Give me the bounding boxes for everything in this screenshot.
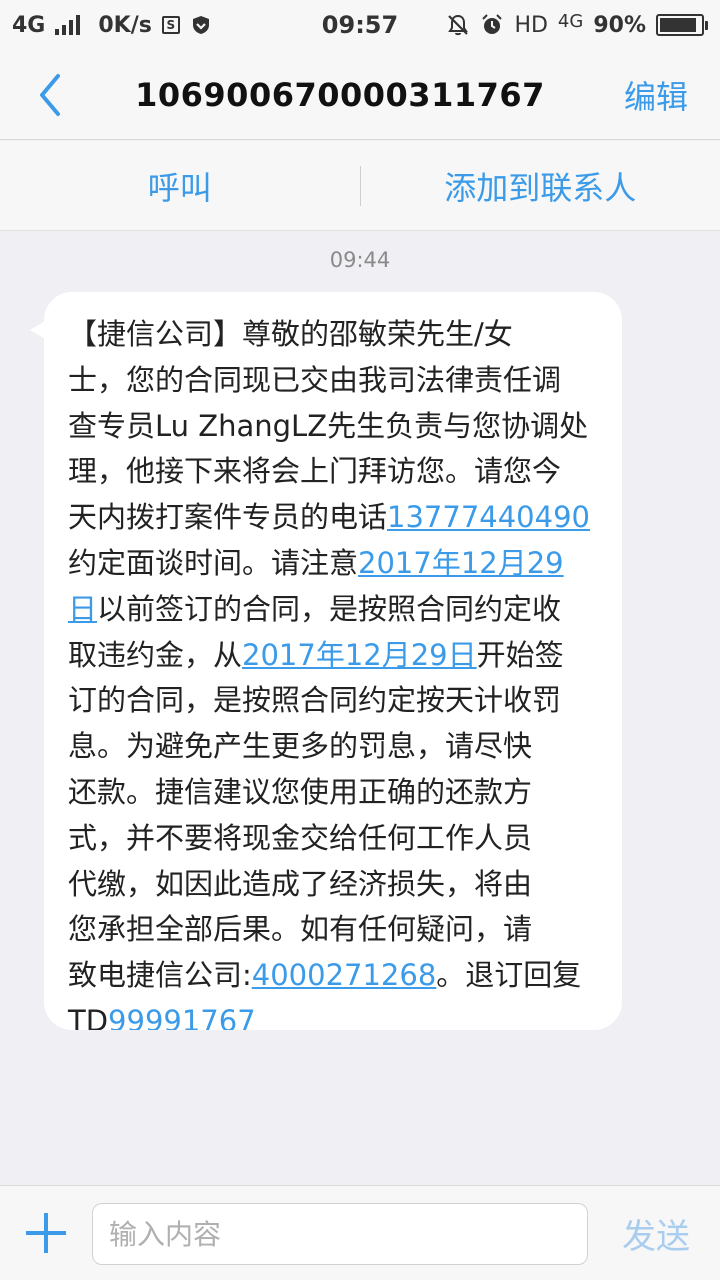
message-link[interactable]: 13777440490: [387, 500, 590, 534]
message-link[interactable]: 日: [68, 592, 97, 626]
message-text: 您承担全部后果。如有任何疑问，请: [68, 912, 533, 947]
network-type-secondary: 4G: [557, 10, 584, 32]
message-line: 订的合同，是按照合同约定按天计收罚: [68, 678, 596, 724]
battery-icon: [656, 14, 708, 36]
message-line: 约定面谈时间。请注意2017年12月29: [68, 541, 596, 587]
message-line: 理，他接下来将会上门拜访您。请您今: [68, 449, 596, 495]
message-text: 代缴，如因此造成了经济损失，将由: [68, 866, 533, 901]
send-button[interactable]: 发送: [622, 1186, 690, 1280]
message-line: 息。为避免产生更多的罚息，请尽快: [68, 724, 596, 770]
message-line: 致电捷信公司:4000271268。退订回复: [68, 953, 596, 999]
message-timestamp: 09:44: [329, 248, 391, 272]
message-bubble[interactable]: 【捷信公司】尊敬的邵敏荣先生/女士，您的合同现已交由我司法律责任调 查专员Lu Z…: [44, 292, 622, 1030]
back-button[interactable]: [30, 72, 70, 118]
message-line: 式，并不要将现金交给任何工作人员: [68, 816, 596, 862]
message-text: TD: [68, 1003, 109, 1030]
call-button[interactable]: 呼叫: [0, 141, 360, 231]
message-line: 查专员Lu ZhangLZ先生负责与您协调处: [68, 404, 596, 450]
message-link[interactable]: 2017年12月29: [358, 546, 564, 580]
message-line: 【捷信公司】尊敬的邵敏荣先生/女: [68, 312, 596, 358]
message-line: 还款。捷信建议您使用正确的还款方: [68, 770, 596, 816]
message-link[interactable]: 4000271268: [252, 958, 437, 992]
message-line: 您承担全部后果。如有任何疑问，请: [68, 907, 596, 953]
message-text: 式，并不要将现金交给任何工作人员: [68, 820, 533, 855]
status-bar: 4G 0K/s S 09:57 HD 4G 90%: [0, 0, 720, 50]
message-text: 致电捷信公司:: [68, 958, 252, 993]
message-line: 日以前签订的合同，是按照合同约定收: [68, 587, 596, 633]
message-text: 天内拨打案件专员的电话: [68, 500, 388, 535]
plus-icon[interactable]: [24, 1211, 68, 1255]
message-line: 天内拨打案件专员的电话13777440490: [68, 495, 596, 541]
message-text: 息。为避免产生更多的罚息，请尽快: [68, 729, 533, 764]
message-link[interactable]: 99991767: [108, 1004, 256, 1030]
contact-number-title: 106900670000311767: [135, 76, 545, 114]
conversation-header: 106900670000311767 编辑: [0, 50, 720, 140]
message-text: 士，您的合同现已交由我司法律责任调: [68, 362, 562, 397]
mute-icon: [448, 14, 469, 36]
message-link[interactable]: 2017年12月29日: [242, 638, 477, 672]
sms-conversation-screen: 4G 0K/s S 09:57 HD 4G 90% 10690067000031…: [0, 0, 720, 1280]
status-right: HD 4G 90%: [446, 0, 708, 50]
add-to-contacts-button[interactable]: 添加到联系人: [361, 141, 720, 231]
hd-indicator: HD: [514, 12, 548, 38]
message-input[interactable]: [92, 1203, 588, 1265]
message-text: 查专员Lu ZhangLZ先生负责与您协调处: [68, 408, 589, 443]
message-text: 理，他接下来将会上门拜访您。请您今: [68, 454, 562, 489]
message-text: 以前签订的合同，是按照合同约定收: [97, 591, 562, 626]
message-line: TD99991767: [68, 999, 596, 1030]
message-text: 【捷信公司】尊敬的邵敏荣先生/女: [68, 317, 513, 351]
alarm-icon: [482, 14, 503, 34]
back-chevron-icon: [40, 74, 60, 116]
message-text: 约定面谈时间。请注意: [68, 545, 359, 580]
message-text: 取违约金，从: [68, 637, 243, 672]
edit-button[interactable]: 编辑: [624, 50, 688, 140]
compose-bar: 发送: [0, 1185, 720, 1280]
battery-percent: 90%: [593, 12, 646, 38]
message-line: 代缴，如因此造成了经济损失，将由: [68, 862, 596, 908]
message-text: 订的合同，是按照合同约定按天计收罚: [68, 683, 562, 718]
message-text: 开始签: [476, 637, 564, 672]
contact-action-bar: 呼叫 添加到联系人: [0, 141, 720, 231]
message-line: 取违约金，从2017年12月29日开始签: [68, 633, 596, 679]
message-text: 还款。捷信建议您使用正确的还款方: [68, 774, 533, 809]
message-text: 。退订回复: [436, 958, 582, 993]
message-line: 士，您的合同现已交由我司法律责任调: [68, 358, 596, 404]
